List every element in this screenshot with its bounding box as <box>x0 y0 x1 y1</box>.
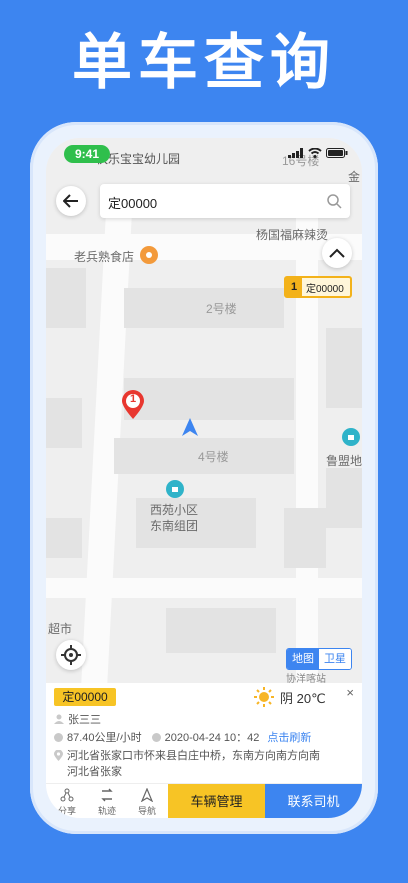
navigate-icon <box>140 788 154 802</box>
weather-text: 阴 20℃ <box>280 690 326 706</box>
track-tab[interactable]: 轨迹 <box>92 788 122 817</box>
hero-title: 单车查询 <box>72 28 336 98</box>
map-building <box>284 508 326 568</box>
map-label-supermarket: 超市 <box>48 622 73 636</box>
weather: 阴 20℃ <box>254 687 326 707</box>
map-building <box>326 328 362 408</box>
track-label: 轨迹 <box>97 806 116 816</box>
datetime-value: 2020-04-24 10：42 <box>164 732 260 744</box>
map-building <box>124 288 284 328</box>
close-button[interactable]: × <box>346 685 354 700</box>
location-icon <box>54 749 63 761</box>
map-building <box>46 518 82 558</box>
vehicle-marker-plate: 定00000 <box>306 283 344 295</box>
vehicle-management-button[interactable]: 车辆管理 <box>168 784 265 818</box>
address-row: 河北省张家口市怀来县白庄中桥，东南方向南方向南 <box>54 747 320 763</box>
residential-icon[interactable] <box>166 480 184 498</box>
shop-icon[interactable] <box>342 428 360 446</box>
map-type-map[interactable]: 地图 <box>287 649 319 669</box>
navigation-arrow-icon <box>182 418 198 436</box>
search-icon[interactable] <box>326 193 342 209</box>
map-building <box>166 608 276 653</box>
status-time: 9:41 <box>64 145 110 163</box>
clock-icon <box>151 732 161 742</box>
map-view[interactable]: 快乐宝宝幼儿园 16号楼 金 杨国福麻辣烫 老兵熟食店 2号楼 4号楼 西苑小区… <box>46 138 362 683</box>
map-label-restaurant1: 杨国福麻辣烫 <box>256 228 329 242</box>
driver-name: 张三三 <box>68 714 101 726</box>
status-bar: 9:41 <box>46 138 362 168</box>
locate-button[interactable] <box>56 640 86 670</box>
map-building <box>46 268 86 328</box>
search-bar[interactable]: 定00000 <box>100 184 350 218</box>
map-type-toggle[interactable]: 地图 卫星 <box>286 648 352 670</box>
vehicle-info-panel: 定00000 阴 20℃ × 张三三 87.40公里/小时 2020-04-24… <box>46 683 362 783</box>
map-label-jin: 金 <box>348 170 361 184</box>
sun-icon <box>254 687 274 707</box>
app-screen: 快乐宝宝幼儿园 16号楼 金 杨国福麻辣烫 老兵熟食店 2号楼 4号楼 西苑小区… <box>46 138 362 818</box>
navigate-tab[interactable]: 导航 <box>132 788 162 817</box>
vehicle-marker-number: 1 <box>286 278 302 296</box>
driver-row: 张三三 <box>54 711 101 727</box>
map-building <box>124 378 294 420</box>
map-building <box>326 468 362 528</box>
chevron-up-icon <box>329 248 345 258</box>
vehicle-marker[interactable]: 1 定00000 <box>284 276 352 298</box>
contact-driver-button[interactable]: 联系司机 <box>265 784 362 818</box>
plate-tag: 定00000 <box>54 688 116 706</box>
map-road <box>46 578 362 598</box>
map-label-restaurant2: 老兵熟食店 <box>74 250 135 264</box>
share-label: 分享 <box>57 806 76 816</box>
crosshair-icon <box>61 645 81 665</box>
restaurant-icon[interactable] <box>140 246 158 264</box>
address-line1: 河北省张家口市怀来县白庄中桥，东南方向南方向南 <box>67 750 320 762</box>
map-type-satellite[interactable]: 卫星 <box>319 649 351 669</box>
refresh-link[interactable]: 点击刷新 <box>267 729 311 745</box>
share-tab[interactable]: 分享 <box>52 788 82 817</box>
share-icon <box>60 788 74 802</box>
search-input[interactable]: 定00000 <box>108 193 157 212</box>
back-button[interactable] <box>56 186 86 216</box>
map-label-lumeng: 鲁盟地 <box>326 454 362 468</box>
map-label-bldg2: 2号楼 <box>206 302 237 316</box>
battery-icon <box>326 148 348 158</box>
back-arrow-icon <box>63 194 78 208</box>
map-label-bldg4: 4号楼 <box>198 450 229 464</box>
map-label-bottomright: 协洋喀站 <box>286 674 326 683</box>
address-row-2: 河北省张家 <box>67 763 122 779</box>
collapse-button[interactable] <box>322 238 352 268</box>
speed-value: 87.40公里/小时 <box>67 732 142 744</box>
wifi-icon <box>308 148 322 158</box>
navigate-label: 导航 <box>137 806 156 816</box>
address-line2: 河北省张家 <box>67 766 122 778</box>
speed-icon <box>54 732 63 742</box>
status-icons <box>288 148 348 158</box>
map-building <box>46 398 82 448</box>
person-icon <box>54 714 64 724</box>
pin-number: 1 <box>129 393 137 405</box>
bottom-action-bar: 分享 轨迹 导航 车辆管理 联系司机 <box>46 783 362 818</box>
map-label-xiyuan: 西苑小区 东南组团 <box>150 503 199 533</box>
speed-time-row: 87.40公里/小时 2020-04-24 10：42 点击刷新 <box>54 729 311 745</box>
map-road <box>296 198 318 683</box>
route-icon <box>101 788 113 802</box>
location-pin[interactable]: 1 <box>120 390 146 425</box>
current-position <box>179 416 201 443</box>
signal-icon <box>288 148 303 158</box>
